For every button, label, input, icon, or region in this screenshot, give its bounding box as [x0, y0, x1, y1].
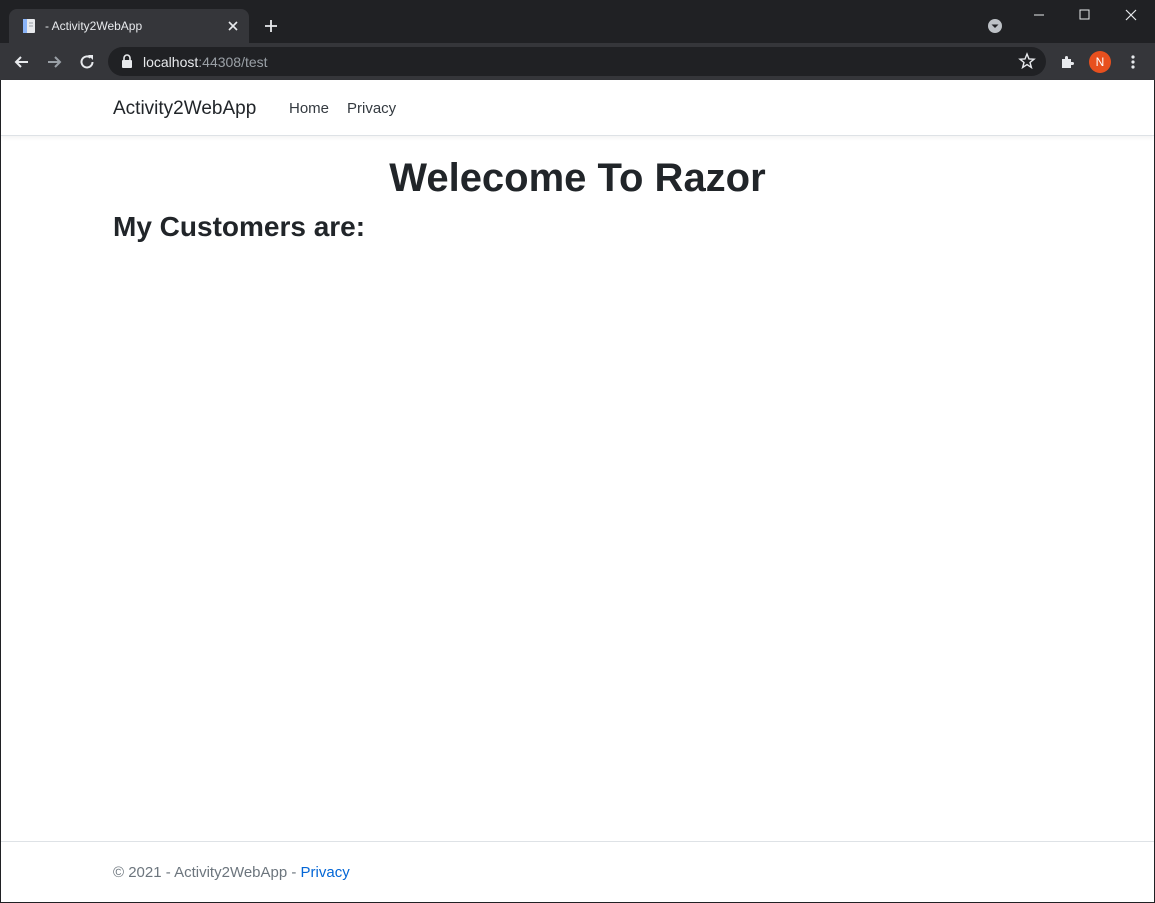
site-footer: © 2021 - Activity2WebApp - Privacy: [1, 841, 1154, 902]
lock-icon[interactable]: [120, 54, 134, 69]
navbar-brand[interactable]: Activity2WebApp: [113, 98, 256, 120]
forward-arrow-icon[interactable]: [44, 52, 64, 72]
minimize-window-icon[interactable]: [1016, 0, 1062, 32]
url-host: localhost: [143, 54, 199, 70]
footer-copyright: © 2021 - Activity2WebApp -: [113, 864, 301, 881]
tab-search-icon[interactable]: [986, 17, 1004, 35]
close-tab-icon[interactable]: [225, 18, 241, 34]
reload-icon[interactable]: [77, 52, 97, 72]
page-viewport: Activity2WebApp Home Privacy Welecome To…: [1, 80, 1154, 902]
close-window-icon[interactable]: [1108, 0, 1154, 32]
profile-avatar[interactable]: N: [1089, 51, 1111, 73]
url-path: :44308/test: [198, 54, 268, 70]
browser-title-bar: - Activity2WebApp: [0, 0, 1155, 43]
more-menu-icon[interactable]: [1123, 52, 1143, 72]
site-navbar: Activity2WebApp Home Privacy: [1, 80, 1154, 136]
extensions-puzzle-icon[interactable]: [1058, 52, 1078, 72]
back-arrow-icon[interactable]: [12, 52, 32, 72]
new-tab-icon[interactable]: [262, 17, 280, 35]
tab-title: - Activity2WebApp: [45, 19, 143, 33]
browser-toolbar: localhost:44308/test: [0, 43, 1155, 80]
maximize-window-icon[interactable]: [1062, 0, 1108, 32]
page-title: Welecome To Razor: [389, 156, 766, 200]
page-favicon-icon: [23, 19, 35, 33]
nav-link-privacy[interactable]: Privacy: [347, 100, 396, 117]
address-bar[interactable]: localhost:44308/test: [108, 47, 1046, 76]
customers-heading: My Customers are:: [113, 211, 366, 242]
url-text: localhost:44308/test: [143, 54, 268, 70]
footer-privacy-link[interactable]: Privacy: [301, 864, 350, 881]
footer-text: © 2021 - Activity2WebApp - Privacy: [113, 864, 350, 881]
nav-link-home[interactable]: Home: [289, 100, 329, 117]
browser-tab[interactable]: - Activity2WebApp: [9, 9, 249, 43]
bookmark-star-icon[interactable]: [1018, 52, 1036, 70]
